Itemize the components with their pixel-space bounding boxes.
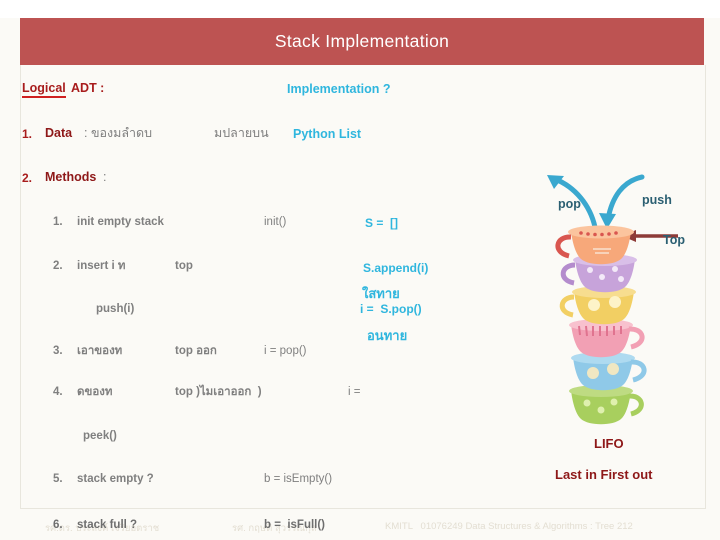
method-3-code: i = S.pop()	[360, 302, 422, 316]
method-1-api: init()	[264, 216, 287, 228]
method-5-operation: stack empty ?	[77, 473, 154, 485]
implementation-heading: Implementation ?	[287, 82, 391, 96]
method-2-operation: insert i ท	[77, 260, 126, 272]
method-4-operation-target: top )ไมเอาออก )	[175, 386, 262, 398]
method-2-code: S.append(i)	[363, 261, 429, 275]
method-4-api-peek: peek()	[83, 430, 117, 442]
method-6-number: 6.	[53, 519, 63, 531]
method-2-operation-target: top	[175, 260, 193, 272]
method-5-number: 5.	[53, 473, 63, 485]
method-3-operation-target: top ออก	[175, 345, 217, 357]
slide-title-bar: Stack Implementation	[20, 18, 704, 65]
stacked-cups-illustration	[545, 225, 670, 430]
method-2-thai-note: ใสทาย	[362, 286, 400, 301]
data-item-implementation: Python List	[293, 127, 362, 141]
method-2-api: push(i)	[96, 303, 135, 315]
data-item-number: 1.	[22, 127, 33, 141]
pop-label: pop	[558, 197, 581, 211]
method-1-operation: init empty stack	[77, 216, 164, 228]
footer-course-info: KMITL 01076249 Data Structures & Algorit…	[385, 521, 633, 532]
method-3-api: i = pop()	[264, 345, 307, 357]
lifo-expansion-label: Last in First out	[555, 467, 653, 482]
method-6-operation: stack full ?	[77, 519, 138, 531]
slide-footer: รศ.ดร. ประสงค์ เจริยอตราช รศ. กฤษติ สุวร…	[0, 508, 720, 540]
logical-heading-underlined: Logical	[22, 82, 66, 98]
page-title: Stack Implementation	[274, 31, 450, 51]
data-item-label: Data	[45, 126, 73, 140]
data-item-thai: : ของมลำดบ	[84, 126, 153, 140]
method-1-code: S = []	[365, 216, 399, 230]
data-item-thai-2: มปลายบน	[214, 126, 269, 140]
method-3-number: 3.	[53, 345, 63, 357]
slide-canvas: Stack Implementation Logical ADT : Imple…	[0, 0, 720, 540]
method-2-number: 2.	[53, 260, 63, 272]
logical-heading-rest: ADT :	[68, 81, 105, 95]
methods-item-colon: :	[103, 170, 107, 184]
method-1-number: 1.	[53, 216, 63, 228]
method-3-operation: เอาของท	[77, 345, 123, 357]
method-4-operation: ดของท	[77, 386, 113, 398]
method-4-number: 4.	[53, 386, 63, 398]
method-4-api: i =	[348, 386, 361, 398]
methods-item-number: 2.	[22, 171, 33, 185]
top-white-strip	[0, 0, 720, 18]
method-3-thai-note: อนทาย	[367, 328, 408, 343]
push-label: push	[642, 193, 672, 207]
method-5-api: b = isEmpty()	[264, 473, 333, 485]
methods-item-label: Methods	[45, 170, 97, 184]
lifo-label: LIFO	[594, 436, 624, 451]
method-6-api: b = isFull()	[264, 519, 326, 531]
